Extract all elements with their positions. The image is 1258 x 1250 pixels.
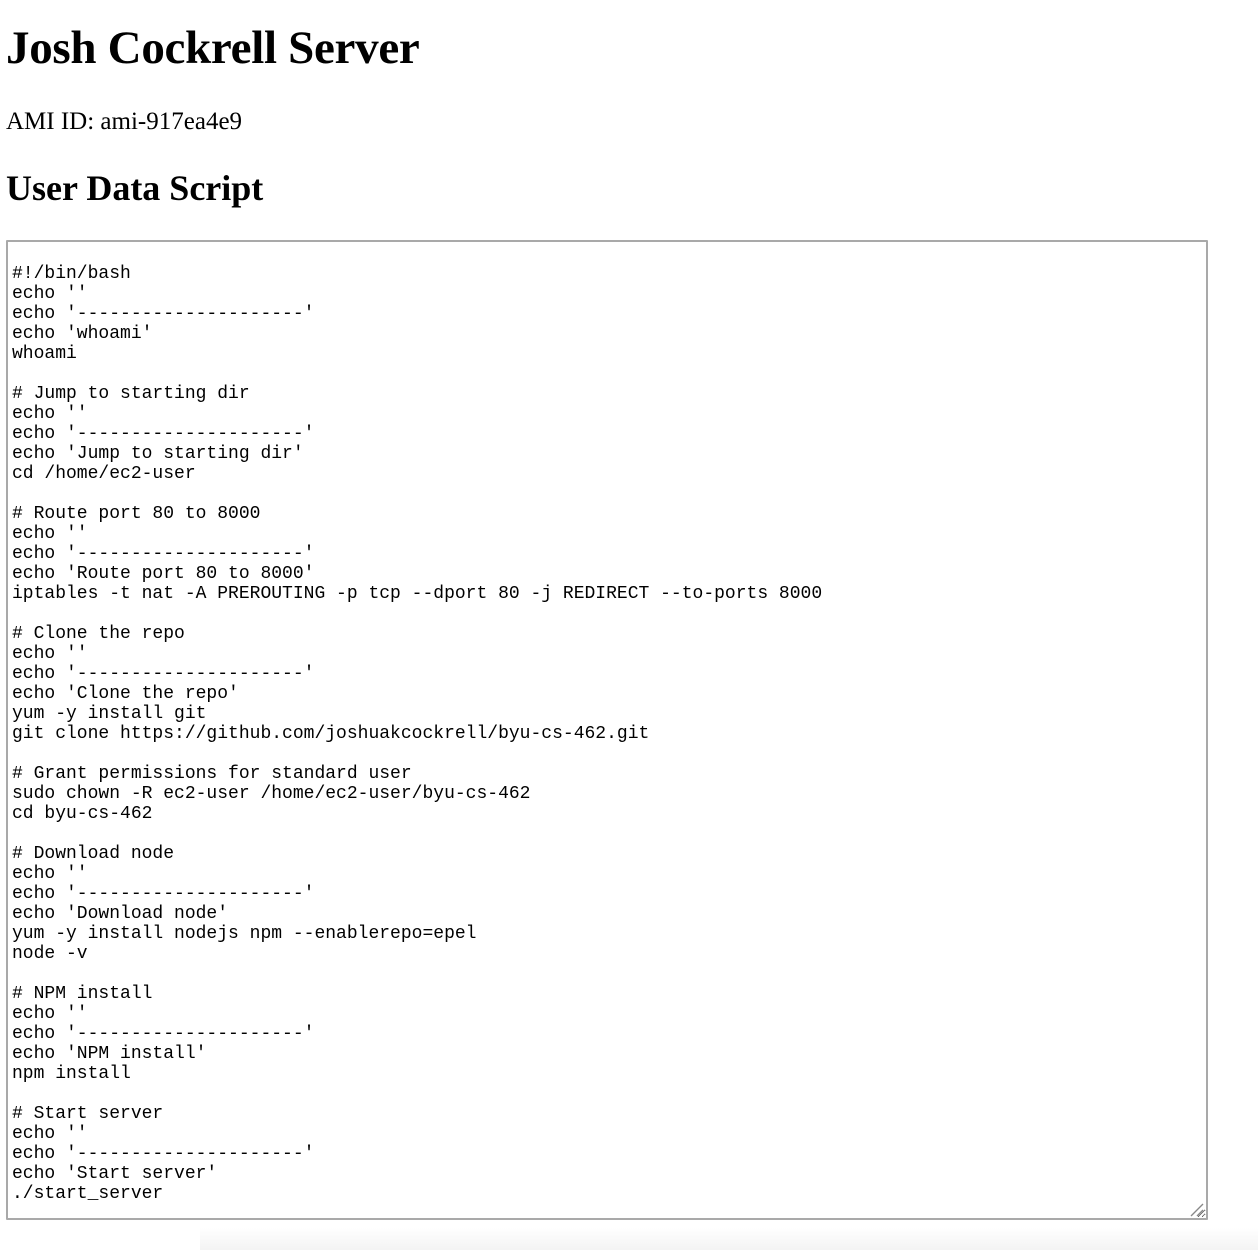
user-data-script-textarea[interactable]: #!/bin/bash echo '' echo '--------------… — [6, 240, 1208, 1220]
ami-id-text: AMI ID: ami-917ea4e9 — [6, 108, 243, 135]
section-title: User Data Script — [6, 168, 264, 208]
bottom-shadow — [200, 1228, 1258, 1250]
page-title: Josh Cockrell Server — [6, 22, 420, 74]
